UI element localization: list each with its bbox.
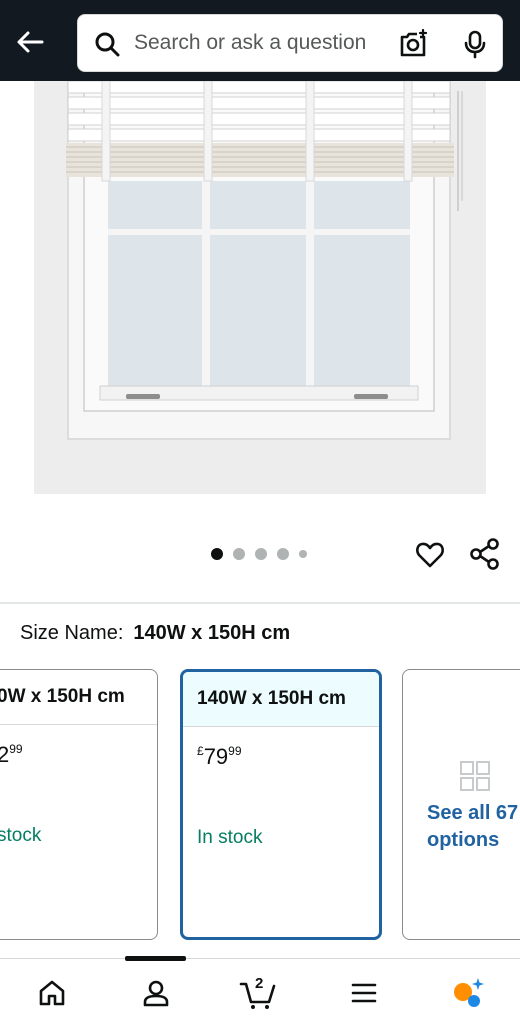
person-icon [143, 980, 169, 1007]
window-blind-photo [34, 81, 486, 494]
ai-assistant-icon [454, 978, 484, 1007]
camera-icon[interactable] [398, 29, 428, 59]
search-placeholder[interactable]: Search or ask a question [134, 31, 366, 55]
section-divider [0, 602, 520, 604]
share-icon[interactable] [468, 537, 502, 571]
size-option-card-selected[interactable]: 140W x 150H cm £7999 In stock [180, 669, 382, 940]
grid-icon [460, 761, 490, 791]
search-icon [95, 32, 120, 57]
hamburger-menu-icon [351, 983, 377, 1003]
back-button[interactable] [10, 22, 50, 62]
option-name: 0W x 150H cm [0, 670, 157, 725]
carousel-dot[interactable] [277, 548, 289, 560]
product-image[interactable] [34, 81, 486, 494]
search-bar[interactable]: Search or ask a question [77, 14, 503, 72]
carousel-dot[interactable] [233, 548, 245, 560]
option-stock-status: stock [0, 825, 42, 846]
nav-rufus-assistant[interactable] [448, 973, 488, 1013]
see-all-options-link[interactable]: See all 67 options [427, 800, 520, 854]
see-all-options-card[interactable]: See all 67 options [402, 669, 520, 940]
size-name-row: Size Name: 140W x 150H cm [20, 622, 290, 645]
home-icon [39, 980, 65, 1006]
cart-count-badge: 2 [255, 975, 264, 992]
carousel-dot[interactable] [299, 550, 307, 558]
nav-home[interactable] [32, 973, 72, 1013]
active-tab-indicator [125, 956, 186, 961]
image-carousel-dots[interactable] [211, 547, 307, 561]
option-name: 140W x 150H cm [183, 672, 379, 727]
carousel-dot[interactable] [211, 548, 223, 560]
nav-cart[interactable]: 2 [238, 973, 278, 1013]
size-name-label: Size Name: [20, 622, 124, 644]
nav-menu[interactable] [344, 973, 384, 1013]
carousel-dot[interactable] [255, 548, 267, 560]
nav-account[interactable] [136, 973, 176, 1013]
option-price: £7999 [197, 744, 242, 769]
heart-icon[interactable] [415, 540, 445, 570]
option-stock-status: In stock [197, 827, 263, 848]
microphone-icon[interactable] [460, 29, 490, 59]
bottom-navigation: 2 [0, 956, 520, 1024]
size-option-card[interactable]: 0W x 150H cm 299 stock [0, 669, 158, 940]
option-price: 299 [0, 742, 23, 767]
size-name-value: 140W x 150H cm [133, 622, 291, 644]
back-arrow-icon [17, 31, 44, 53]
top-bar: Search or ask a question [0, 0, 520, 81]
